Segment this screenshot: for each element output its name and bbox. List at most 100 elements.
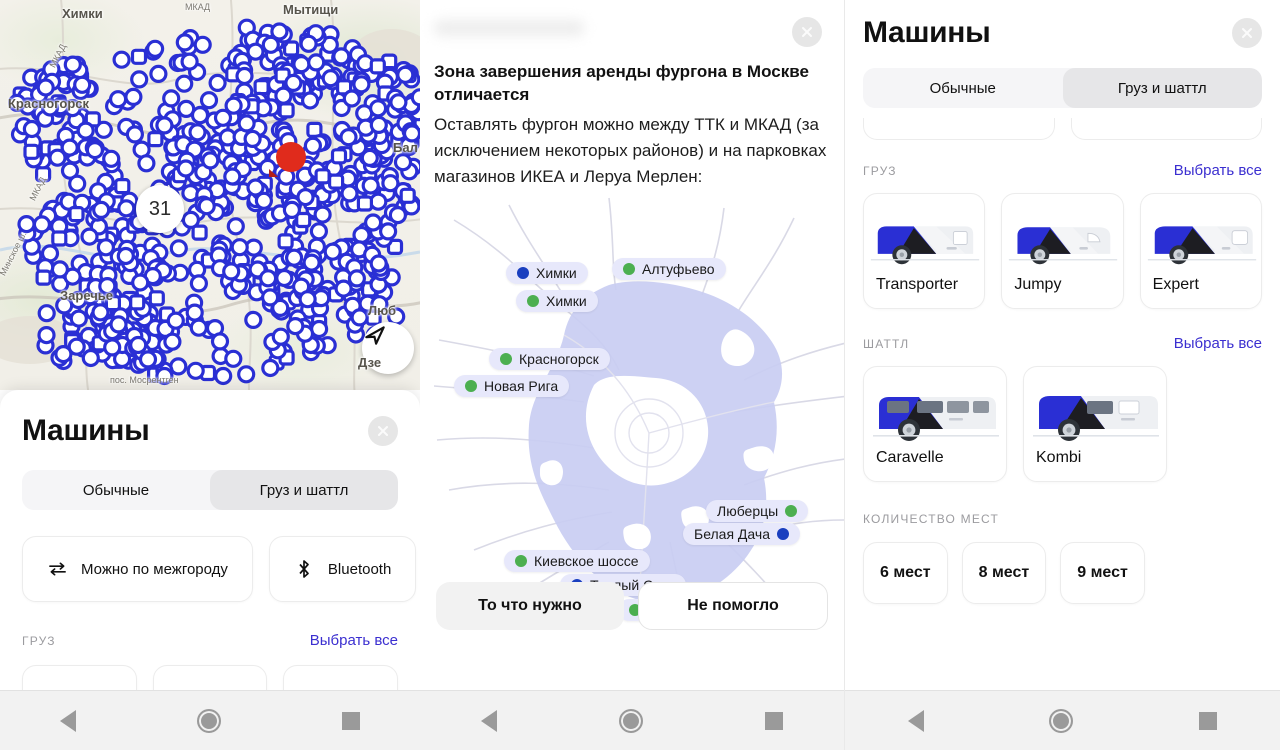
tab-regular[interactable]: Обычные — [863, 68, 1063, 108]
scrolled-chip-remnants — [863, 118, 1262, 140]
app-screenshot: 31 Химки Мытищи Красногорск Бал Заречье Люб Дз… — [0, 0, 1280, 750]
help-article-body: Оставлять фургон можно между ТТК и МКАД … — [434, 115, 827, 186]
close-icon[interactable] — [368, 416, 398, 446]
select-all-shuttle-link[interactable]: Выбрать все — [1174, 335, 1262, 352]
vehicle-thumbnail — [1141, 194, 1261, 270]
zone-point-name: Красногорск — [519, 351, 599, 367]
chip-intercity-label: Можно по межгороду — [81, 560, 228, 578]
nav-back-icon[interactable] — [907, 709, 924, 732]
nav-home-icon[interactable] — [196, 708, 221, 733]
feedback-not-helpful-button[interactable]: Не помогло — [638, 582, 828, 630]
vehicle-thumbnail — [864, 194, 984, 270]
vehicle-thumbnail — [864, 367, 1006, 443]
zone-map[interactable]: Химки Алтуфьево Химки Красногорск Новая Рига… — [433, 190, 844, 621]
left-panel: 31 Химки Мытищи Красногорск Бал Заречье Люб Дз… — [0, 0, 420, 750]
vehicle-card[interactable]: Jumpy — [1001, 193, 1124, 309]
zone-point-name: Белая Дача — [694, 526, 770, 542]
zone-map-point-label: Киевское шоссе — [504, 550, 650, 572]
vehicle-pin-field — [8, 18, 420, 386]
select-all-cargo-link[interactable]: Выбрать все — [310, 632, 398, 649]
right-panel: Машины Обычные Груз и шаттл ГРУЗ Выбрать… — [845, 0, 1280, 750]
zone-map-point-label: Химки — [516, 290, 598, 312]
vehicle-type-tabs[interactable]: Обычные Груз и шаттл — [863, 68, 1262, 108]
nav-back-icon[interactable] — [481, 709, 497, 732]
vehicle-card[interactable]: Kombi — [1023, 366, 1167, 482]
cluster-count: 31 — [148, 197, 172, 220]
green-dot-icon — [465, 380, 477, 392]
page-title: Машины — [863, 16, 991, 49]
page-title: Машины — [22, 414, 150, 447]
feedback-actions: То что нужно Не помогло — [420, 582, 844, 630]
vehicle-name: Kombi — [1036, 449, 1082, 466]
section-title-cargo: ГРУЗ — [22, 633, 56, 648]
zone-map-point-label: Химки — [506, 262, 588, 284]
swap-arrows-icon — [47, 561, 67, 577]
seat-count-option[interactable]: 6 мест — [863, 542, 948, 604]
zone-point-name: Алтуфьево — [642, 261, 715, 277]
cargo-card-row: Transporter Jumpy Expert — [863, 193, 1262, 309]
nav-home-icon[interactable] — [619, 708, 643, 733]
green-dot-icon — [500, 353, 512, 365]
zone-point-name: Люберцы — [717, 503, 779, 519]
zone-map-point-label: Люберцы — [706, 500, 809, 522]
blue-dot-icon — [517, 267, 529, 279]
tab-regular[interactable]: Обычные — [22, 470, 210, 510]
nav-recents-icon[interactable] — [765, 711, 783, 730]
vehicle-name: Jumpy — [1014, 276, 1062, 293]
section-title-cargo: ГРУЗ — [863, 163, 897, 178]
tab-cargo-shuttle[interactable]: Груз и шаттл — [210, 470, 398, 510]
zone-map-point-label: Новая Рига — [454, 375, 570, 397]
vehicle-name: Transporter — [876, 276, 959, 293]
vehicle-card[interactable]: Transporter — [863, 193, 986, 309]
shuttle-card-row: Caravelle Kombi — [863, 366, 1262, 482]
nav-recents-icon[interactable] — [341, 711, 360, 730]
zone-point-name: Химки — [546, 293, 587, 309]
section-title-shuttle: ШАТТЛ — [863, 336, 910, 351]
close-icon[interactable] — [1232, 18, 1262, 48]
android-navbar-left — [0, 690, 420, 750]
vehicle-thumbnail — [1024, 367, 1166, 443]
blurred-header-placeholder — [434, 20, 584, 36]
android-navbar-right — [845, 690, 1280, 750]
blue-dot-icon — [776, 528, 789, 540]
nav-recents-icon[interactable] — [1199, 711, 1218, 730]
selected-vehicle-pin[interactable] — [269, 142, 306, 177]
green-dot-icon — [785, 505, 798, 517]
zone-point-name: Новая Рига — [484, 378, 559, 394]
chip-bluetooth-label: Bluetooth — [327, 560, 392, 578]
zone-point-name: Химки — [536, 265, 577, 281]
vehicle-name: Caravelle — [876, 449, 944, 466]
chip-remnant — [863, 118, 1055, 140]
close-icon[interactable] — [792, 17, 822, 47]
vehicle-name: Expert — [1152, 276, 1199, 293]
section-title-seats: КОЛИЧЕСТВО МЕСТ — [863, 512, 1000, 526]
vehicle-card[interactable]: Expert — [1139, 193, 1262, 309]
zone-point-name: Киевское шоссе — [534, 553, 639, 569]
left-map[interactable]: 31 Химки Мытищи Красногорск Бал Заречье Люб Дз… — [0, 0, 420, 390]
map-cluster-badge[interactable]: 31 — [136, 185, 184, 233]
nav-back-icon[interactable] — [60, 709, 77, 732]
bluetooth-icon — [294, 559, 314, 579]
seat-count-option[interactable]: 8 мест — [961, 542, 1047, 604]
zone-map-point-label: Красногорск — [489, 348, 610, 370]
chip-intercity[interactable]: Можно по межгороду — [22, 536, 253, 602]
green-dot-icon — [623, 263, 635, 275]
chip-remnant — [1070, 118, 1262, 140]
filter-chip-row: Можно по межгороду Bluetooth — [22, 536, 417, 602]
tab-cargo-shuttle[interactable]: Груз и шаттл — [1062, 68, 1262, 108]
select-all-cargo-link[interactable]: Выбрать все — [1174, 162, 1262, 179]
vehicle-thumbnail — [1002, 194, 1122, 270]
green-dot-icon — [515, 555, 527, 567]
help-article-heading: Зона завершения аренды фургона в Москве … — [434, 62, 809, 104]
chip-bluetooth[interactable]: Bluetooth — [268, 536, 417, 602]
navigation-arrow-icon[interactable] — [362, 322, 414, 374]
vehicle-type-tabs[interactable]: Обычные Груз и шаттл — [22, 470, 398, 510]
green-dot-icon — [527, 295, 539, 307]
seat-count-row: 6 мест 8 мест 9 мест — [863, 542, 1262, 604]
nav-home-icon[interactable] — [1049, 708, 1074, 733]
feedback-helpful-button[interactable]: То что нужно — [436, 582, 624, 630]
vehicle-card[interactable]: Caravelle — [863, 366, 1007, 482]
middle-panel: Зона завершения аренды фургона в Москве … — [420, 0, 844, 750]
zone-map-point-label: Белая Дача — [683, 523, 800, 545]
seat-count-option[interactable]: 9 мест — [1060, 542, 1145, 604]
